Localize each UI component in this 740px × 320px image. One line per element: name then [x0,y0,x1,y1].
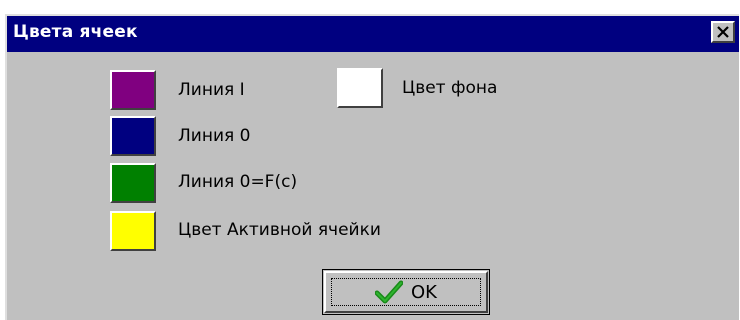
background-label: Цвет фона [402,78,498,98]
background-color-swatch[interactable] [337,68,383,108]
dialog-title: Цвета ячеек [13,22,138,42]
active-cell-color-swatch[interactable] [110,211,156,251]
line-0-color-swatch[interactable] [110,116,156,156]
ok-label: OK [411,281,437,303]
title-bar[interactable]: Цвета ячеек [7,16,739,52]
close-button[interactable] [711,21,735,43]
close-icon [717,26,729,38]
line-0-fc-color-swatch[interactable] [110,163,156,203]
active-cell-label: Цвет Активной ячейки [178,220,381,240]
dialog-body: Линия I Линия 0 Линия 0=F(c) Цвет Активн… [7,52,739,320]
ok-button[interactable]: OK [322,269,490,315]
line-0-fc-label: Линия 0=F(c) [178,172,298,192]
cell-colors-dialog: Цвета ячеек Линия I Линия 0 Линия 0=F(c)… [5,14,739,320]
line-i-label: Линия I [178,80,245,100]
checkmark-icon [375,280,403,304]
line-0-label: Линия 0 [178,126,251,146]
line-i-color-swatch[interactable] [110,70,156,110]
